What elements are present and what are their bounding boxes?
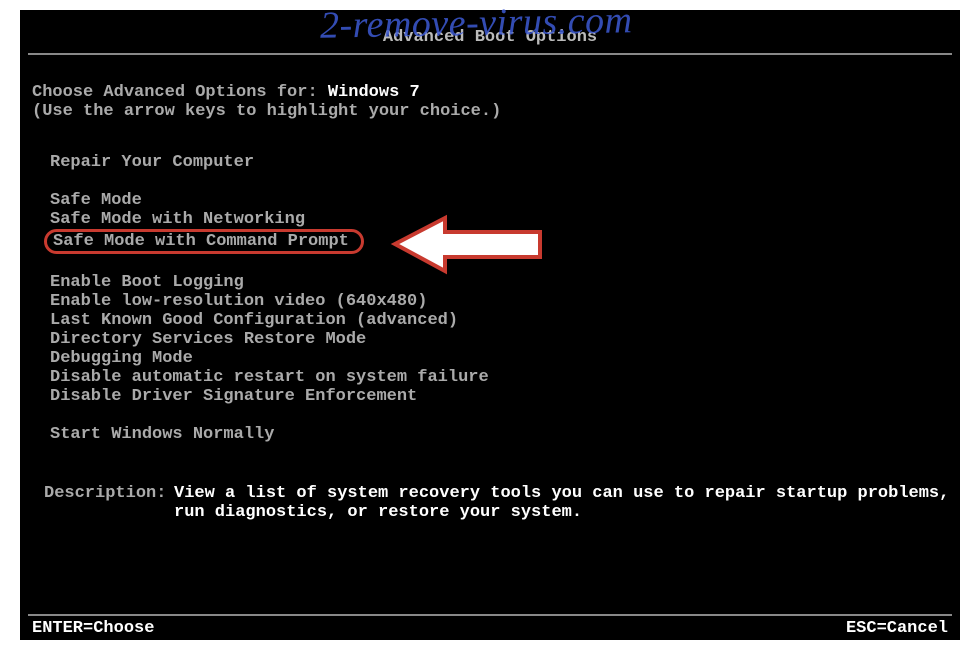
menu-item-disable-driver-sig[interactable]: Disable Driver Signature Enforcement xyxy=(50,387,417,406)
choose-prefix: Choose Advanced Options for: xyxy=(32,83,328,102)
choose-line: Choose Advanced Options for: Windows 7 xyxy=(32,83,950,102)
menu-item-ds-restore[interactable]: Directory Services Restore Mode xyxy=(50,330,366,349)
content-area: Choose Advanced Options for: Windows 7 (… xyxy=(20,55,960,522)
menu-item-boot-logging[interactable]: Enable Boot Logging xyxy=(50,273,244,292)
menu-group-advanced: Enable Boot Logging Enable low-resolutio… xyxy=(50,273,950,406)
boot-screen: Advanced Boot Options Choose Advanced Op… xyxy=(20,10,960,640)
menu-item-disable-auto-restart[interactable]: Disable automatic restart on system fail… xyxy=(50,368,489,387)
arrow-key-hint: (Use the arrow keys to highlight your ch… xyxy=(32,102,950,121)
description-label: Description: xyxy=(44,484,174,522)
menu-item-low-res[interactable]: Enable low-resolution video (640x480) xyxy=(50,292,427,311)
menu-group-normal: Start Windows Normally xyxy=(50,425,950,444)
menu-item-safe-mode[interactable]: Safe Mode xyxy=(50,191,142,210)
footer-enter: ENTER=Choose xyxy=(32,619,154,638)
screen-title: Advanced Boot Options xyxy=(383,28,597,47)
description-row: Description: View a list of system recov… xyxy=(32,484,950,522)
footer-bar: ENTER=Choose ESC=Cancel xyxy=(28,614,952,640)
menu-item-last-known-good[interactable]: Last Known Good Configuration (advanced) xyxy=(50,311,458,330)
os-name: Windows 7 xyxy=(328,83,420,102)
menu-item-debugging[interactable]: Debugging Mode xyxy=(50,349,193,368)
menu-item-start-normally[interactable]: Start Windows Normally xyxy=(50,425,274,444)
menu-group-safemode: Safe Mode Safe Mode with Networking Safe… xyxy=(50,191,950,254)
footer-esc: ESC=Cancel xyxy=(846,619,948,638)
boot-menu[interactable]: Repair Your Computer Safe Mode Safe Mode… xyxy=(32,153,950,444)
title-divider xyxy=(28,53,952,55)
title-bar: Advanced Boot Options xyxy=(20,10,960,55)
menu-item-safe-mode-cmd[interactable]: Safe Mode with Command Prompt xyxy=(44,229,364,254)
description-text: View a list of system recovery tools you… xyxy=(174,484,950,522)
menu-item-repair[interactable]: Repair Your Computer xyxy=(50,153,254,172)
menu-group-repair: Repair Your Computer xyxy=(50,153,950,172)
menu-item-safe-mode-networking[interactable]: Safe Mode with Networking xyxy=(50,210,305,229)
